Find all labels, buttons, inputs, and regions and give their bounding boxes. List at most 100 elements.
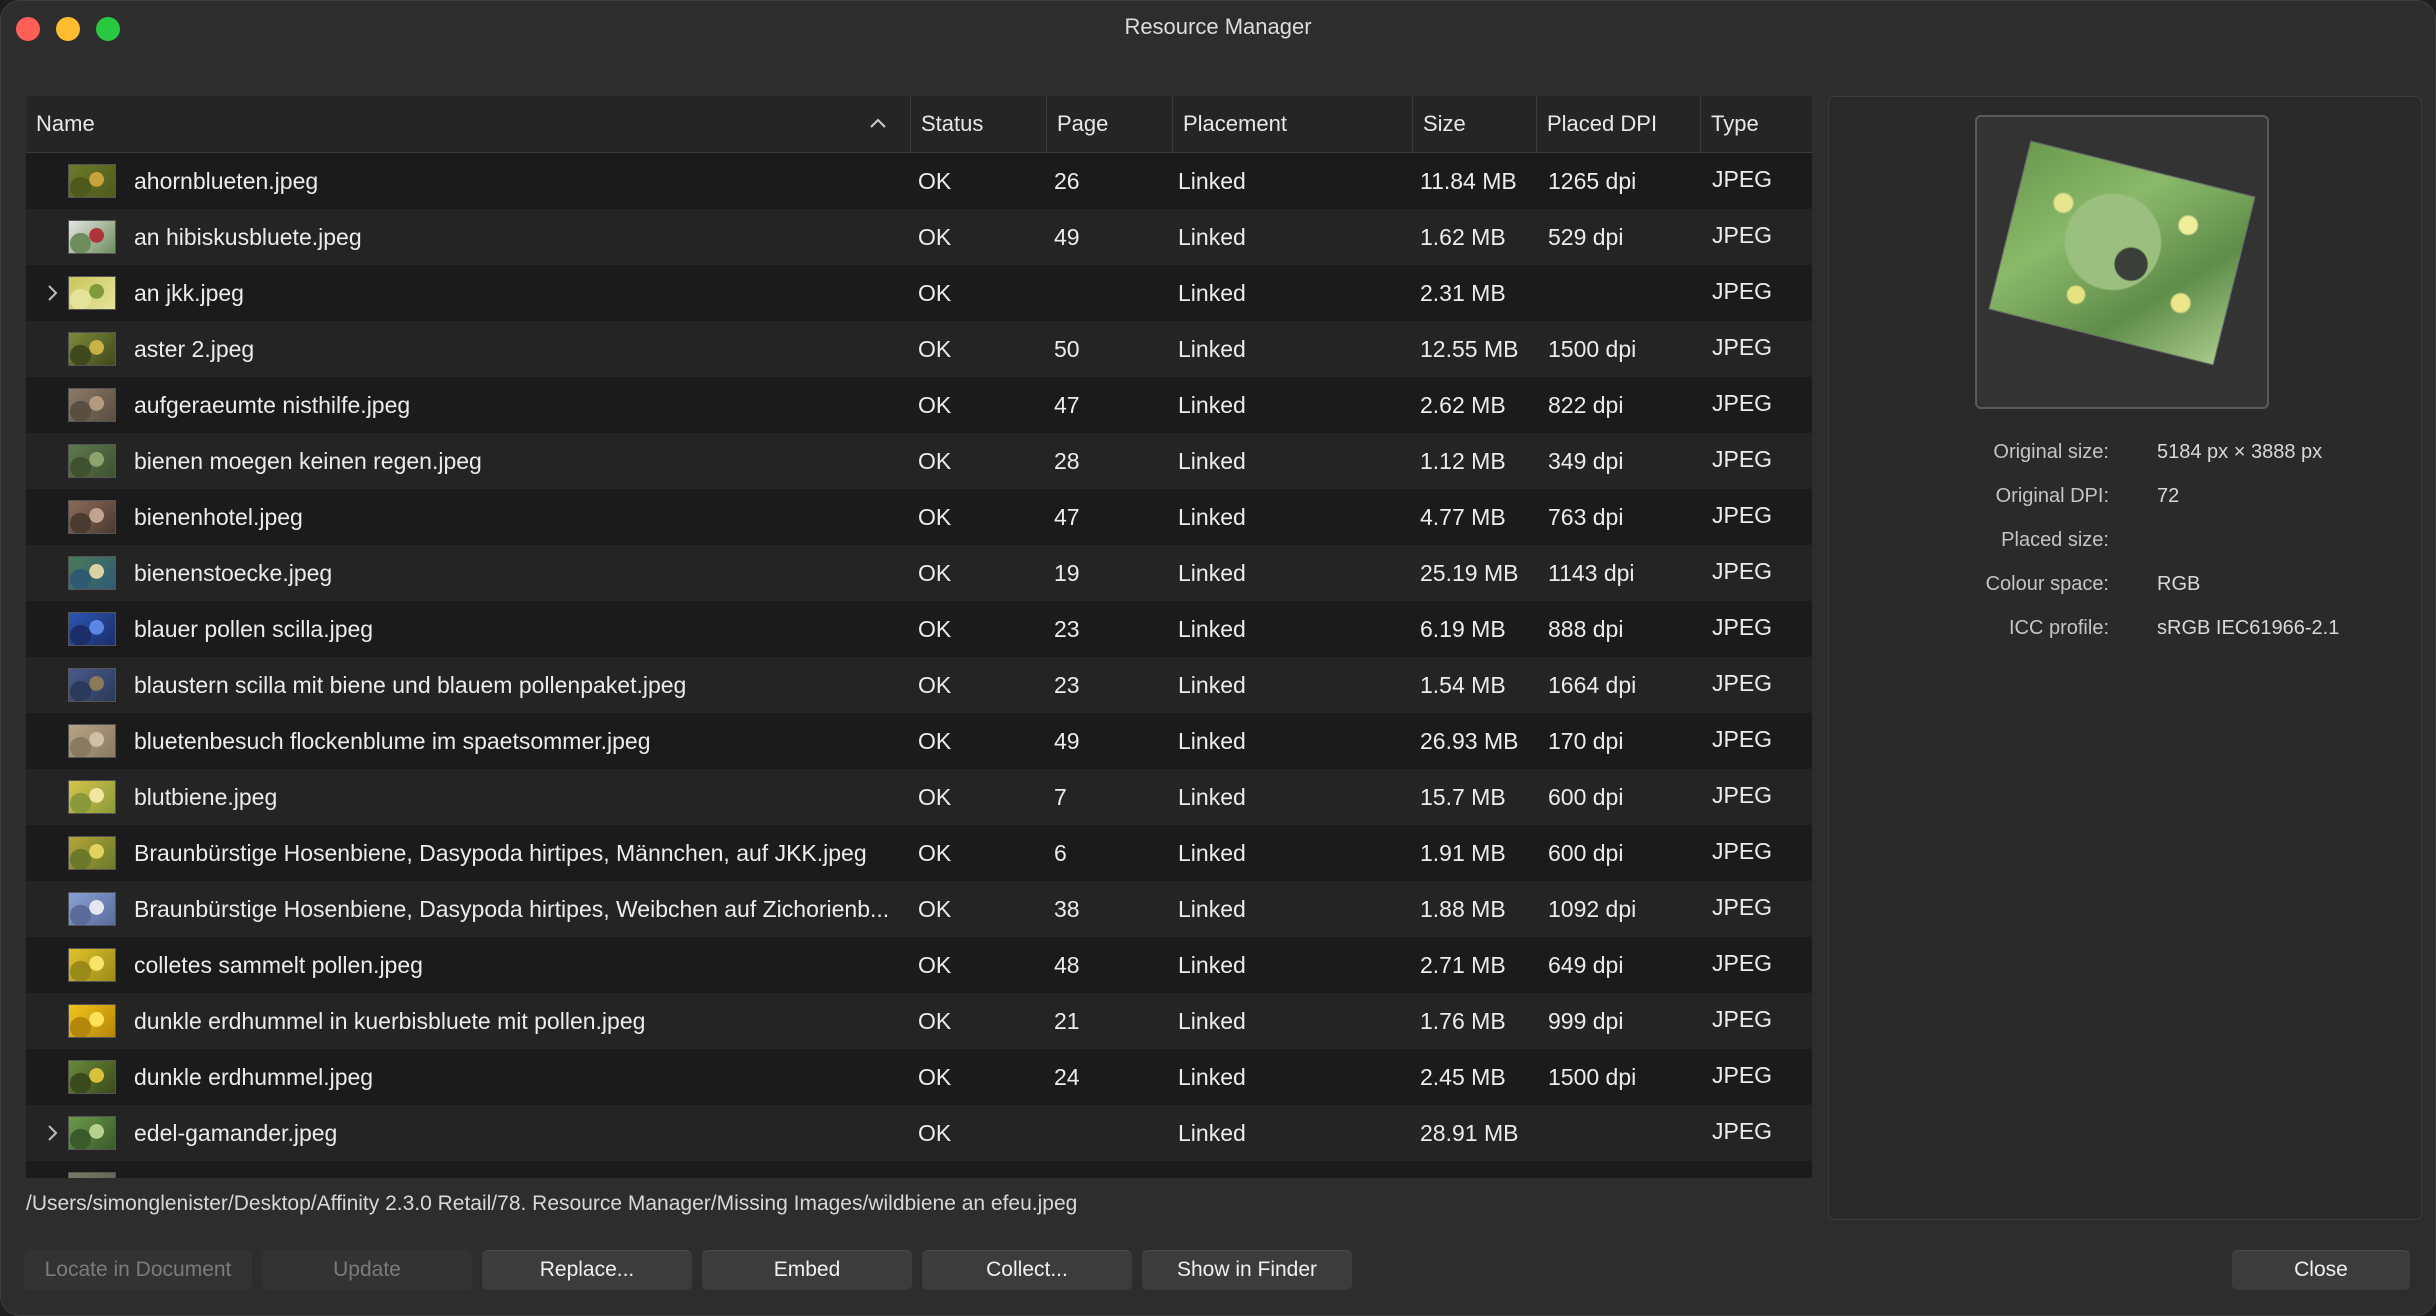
placed-dpi-cell bbox=[1548, 1105, 1698, 1161]
size-cell: 6.19 MB bbox=[1420, 616, 1506, 642]
placed-dpi-cell: 1500 dpi bbox=[1548, 336, 1637, 362]
table-row[interactable]: blaustern scilla mit biene und blauem po… bbox=[26, 657, 1812, 713]
thumbnail-image bbox=[68, 444, 116, 478]
table-row[interactable]: bluetenbesuch flockenblume im spaetsomme… bbox=[26, 713, 1812, 769]
table-row[interactable]: dunkle erdhummel in kuerbisbluete mit po… bbox=[26, 993, 1812, 1049]
table-row[interactable]: aster 2.jpeg OK 50 Linked 12.55 MB 1500 dpi JP… bbox=[26, 321, 1812, 377]
close-button[interactable]: Close bbox=[2232, 1250, 2410, 1290]
embed-button[interactable]: Embed bbox=[702, 1250, 912, 1290]
original-size-label: Original size: bbox=[1993, 441, 2109, 463]
thumbnail-image bbox=[68, 836, 116, 870]
status-cell: OK bbox=[918, 784, 952, 810]
locate-in-document-button[interactable]: Locate in Document bbox=[24, 1250, 252, 1290]
status-cell: OK bbox=[918, 280, 952, 306]
thumbnail-image bbox=[68, 612, 116, 646]
status-cell: OK bbox=[918, 896, 952, 922]
placed-dpi-cell bbox=[1548, 1161, 1698, 1178]
placement-cell: Linked bbox=[1178, 840, 1246, 866]
page-cell: 7 bbox=[1054, 784, 1067, 810]
placed-dpi-cell: 1143 dpi bbox=[1548, 560, 1635, 586]
placement-cell: Linked bbox=[1178, 280, 1246, 306]
placed-size-row: Placed size: bbox=[1829, 529, 2421, 573]
status-cell: OK bbox=[918, 504, 952, 530]
update-button[interactable]: Update bbox=[262, 1250, 472, 1290]
page-cell: 38 bbox=[1054, 896, 1080, 922]
type-cell bbox=[1712, 1161, 1808, 1178]
title-bar[interactable]: Resource Manager bbox=[0, 0, 2436, 56]
column-header-size[interactable]: Size bbox=[1412, 96, 1536, 152]
thumbnail-image bbox=[68, 780, 116, 814]
column-header-placement[interactable]: Placement bbox=[1172, 96, 1412, 152]
table-body[interactable]: ahornblueten.jpeg OK 26 Linked 11.84 MB 1265 … bbox=[26, 153, 1812, 1178]
table-row[interactable]: Braunbürstige Hosenbiene, Dasypoda hirti… bbox=[26, 881, 1812, 937]
replace-button[interactable]: Replace... bbox=[482, 1250, 692, 1290]
resource-manager-window: Resource Manager Name Status Page Placem… bbox=[0, 0, 2436, 1316]
size-cell: 2.62 MB bbox=[1420, 392, 1506, 418]
placement-cell: Linked bbox=[1178, 784, 1246, 810]
thumbnail-image bbox=[68, 556, 116, 590]
chevron-right-icon[interactable] bbox=[40, 1121, 64, 1145]
type-cell: JPEG bbox=[1712, 782, 1773, 808]
column-header-status[interactable]: Status bbox=[910, 96, 1046, 152]
collect-button[interactable]: Collect... bbox=[922, 1250, 1132, 1290]
placement-cell: Linked bbox=[1178, 1120, 1246, 1146]
size-cell: 28.91 MB bbox=[1420, 1120, 1519, 1146]
size-cell: 12.55 MB bbox=[1420, 336, 1519, 362]
placement-cell: Linked bbox=[1178, 392, 1246, 418]
column-header-placed-dpi[interactable]: Placed DPI bbox=[1536, 96, 1700, 152]
original-size-value: 5184 px × 3888 px bbox=[2157, 441, 2323, 463]
placement-cell: Linked bbox=[1178, 1008, 1246, 1034]
placed-dpi-cell: 529 dpi bbox=[1548, 224, 1624, 250]
chevron-right-icon[interactable] bbox=[40, 281, 64, 305]
original-dpi-row: Original DPI: 72 bbox=[1829, 485, 2421, 529]
placed-dpi-cell bbox=[1548, 265, 1698, 321]
thumbnail-image bbox=[68, 892, 116, 926]
table-row[interactable]: dunkle erdhummel.jpeg OK 24 Linked 2.45 MB 15… bbox=[26, 1049, 1812, 1105]
page-cell: 47 bbox=[1054, 392, 1080, 418]
file-name-cell: blaustern scilla mit biene und blauem po… bbox=[134, 672, 687, 698]
table-row[interactable]: Braunbürstige Hosenbiene, Dasypoda hirti… bbox=[26, 825, 1812, 881]
column-header-name[interactable]: Name bbox=[26, 96, 910, 152]
column-header-type[interactable]: Type bbox=[1700, 96, 1812, 152]
page-cell: 50 bbox=[1054, 336, 1080, 362]
table-row[interactable]: bienenstoecke.jpeg OK 19 Linked 25.19 MB 1143… bbox=[26, 545, 1812, 601]
placed-dpi-cell: 999 dpi bbox=[1548, 1008, 1624, 1034]
table-row[interactable]: an jkk.jpeg OK Linked 2.31 MB JPEG bbox=[26, 265, 1812, 321]
status-cell: OK bbox=[918, 952, 952, 978]
file-name-cell bbox=[134, 1161, 914, 1178]
table-row[interactable]: colletes sammelt pollen.jpeg OK 48 Linked 2.… bbox=[26, 937, 1812, 993]
file-name-cell: bienen moegen keinen regen.jpeg bbox=[134, 448, 482, 474]
thumbnail-image bbox=[68, 668, 116, 702]
image-preview bbox=[1975, 115, 2269, 409]
column-header-page[interactable]: Page bbox=[1046, 96, 1172, 152]
type-cell: JPEG bbox=[1712, 838, 1773, 864]
table-row[interactable]: aufgeraeumte nisthilfe.jpeg OK 47 Linked 2.6… bbox=[26, 377, 1812, 433]
table-row[interactable]: edel-gamander.jpeg OK Linked 28.91 MB JPEG bbox=[26, 1105, 1812, 1161]
table-row[interactable] bbox=[26, 1161, 1812, 1178]
placed-dpi-cell: 1265 dpi bbox=[1548, 168, 1637, 194]
table-row[interactable]: bienenhotel.jpeg OK 47 Linked 4.77 MB 763 dpi… bbox=[26, 489, 1812, 545]
thumbnail-image bbox=[68, 220, 116, 254]
placed-dpi-cell: 1092 dpi bbox=[1548, 896, 1637, 922]
chevron-up-icon[interactable] bbox=[868, 114, 888, 134]
thumbnail-image bbox=[68, 724, 116, 758]
placement-cell: Linked bbox=[1178, 1064, 1246, 1090]
status-cell: OK bbox=[918, 336, 952, 362]
colour-space-row: Colour space: RGB bbox=[1829, 573, 2421, 617]
details-panel: Original size: 5184 px × 3888 px Origina… bbox=[1828, 96, 2422, 1220]
file-name-cell: bienenhotel.jpeg bbox=[134, 504, 303, 530]
placed-dpi-cell: 649 dpi bbox=[1548, 952, 1624, 978]
table-row[interactable]: ahornblueten.jpeg OK 26 Linked 11.84 MB 1265 … bbox=[26, 153, 1812, 209]
file-name-cell: an hibiskusbluete.jpeg bbox=[134, 224, 362, 250]
table-row[interactable]: blutbiene.jpeg OK 7 Linked 15.7 MB 600 dpi JPE… bbox=[26, 769, 1812, 825]
table-row[interactable]: blauer pollen scilla.jpeg OK 23 Linked 6.19 … bbox=[26, 601, 1812, 657]
status-cell: OK bbox=[918, 560, 952, 586]
page-cell: 23 bbox=[1054, 672, 1080, 698]
file-name-cell: colletes sammelt pollen.jpeg bbox=[134, 952, 423, 978]
table-header: Name Status Page Placement Size Placed D… bbox=[26, 96, 1812, 153]
page-cell bbox=[1054, 1161, 1164, 1178]
show-in-finder-button[interactable]: Show in Finder bbox=[1142, 1250, 1352, 1290]
table-row[interactable]: an hibiskusbluete.jpeg OK 49 Linked 1.62 MB 5… bbox=[26, 209, 1812, 265]
table-row[interactable]: bienen moegen keinen regen.jpeg OK 28 Linke… bbox=[26, 433, 1812, 489]
thumbnail-image bbox=[68, 276, 116, 310]
